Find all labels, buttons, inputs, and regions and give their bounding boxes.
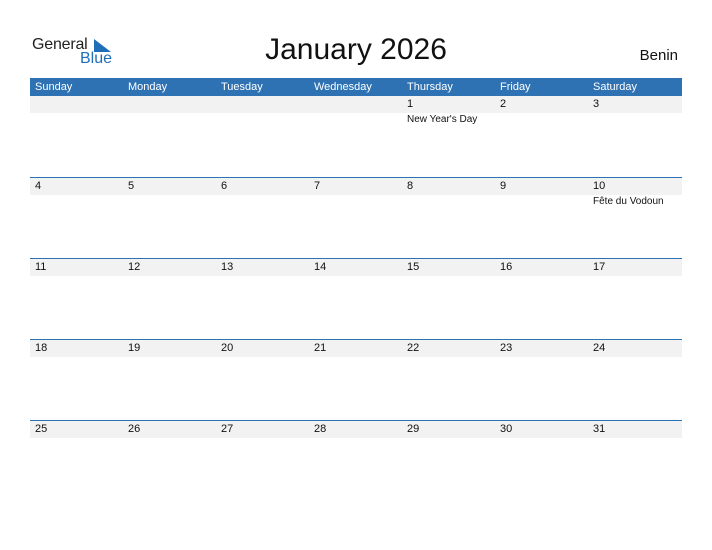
holiday-label <box>402 357 495 358</box>
day-number: 20 <box>221 342 234 354</box>
day-number: 9 <box>500 180 507 192</box>
day-number: 25 <box>35 423 48 435</box>
weekday-monday: Monday <box>128 81 168 93</box>
holiday-label <box>123 438 216 439</box>
day-number: 17 <box>593 261 606 273</box>
day-number: 8 <box>407 180 414 192</box>
day-number: 26 <box>128 423 141 435</box>
date-strip: 4 5 6 7 8 9 10 <box>30 178 682 195</box>
holiday-label <box>216 357 309 358</box>
calendar-week: 1 2 3 New Year's Day <box>30 96 682 177</box>
holiday-label <box>402 276 495 277</box>
holiday-label <box>588 113 681 125</box>
holiday-label <box>30 113 123 125</box>
weekday-tuesday: Tuesday <box>221 81 263 93</box>
day-number: 1 <box>407 98 414 110</box>
day-number: 16 <box>500 261 513 273</box>
day-number: 19 <box>128 342 141 354</box>
day-number: 22 <box>407 342 420 354</box>
holiday-label: New Year's Day <box>407 114 478 125</box>
day-number <box>30 96 123 113</box>
calendar-week: 4 5 6 7 8 9 10 Fête du Vodoun <box>30 177 682 258</box>
holiday-label <box>309 276 402 277</box>
holiday-label <box>216 195 309 207</box>
day-number: 14 <box>314 261 327 273</box>
calendar-week: 25 26 27 28 29 30 31 <box>30 420 682 501</box>
day-number: 12 <box>128 261 141 273</box>
day-number: 30 <box>500 423 513 435</box>
weekday-thursday: Thursday <box>407 81 453 93</box>
page-title: January 2026 <box>265 33 447 66</box>
event-row <box>30 438 682 439</box>
day-number: 5 <box>128 180 135 192</box>
day-number: 21 <box>314 342 327 354</box>
holiday-label <box>216 276 309 277</box>
holiday-label <box>309 357 402 358</box>
holiday-label <box>216 438 309 439</box>
holiday-label <box>30 195 123 207</box>
day-number: 4 <box>35 180 42 192</box>
day-number: 11 <box>35 261 47 273</box>
holiday-label: Fête du Vodoun <box>593 196 664 207</box>
holiday-label <box>402 438 495 439</box>
weekday-wednesday: Wednesday <box>314 81 372 93</box>
event-row: Fête du Vodoun <box>30 195 682 207</box>
holiday-label <box>309 195 402 207</box>
day-number: 31 <box>593 423 606 435</box>
holiday-label <box>216 113 309 125</box>
weekday-header: Sunday Monday Tuesday Wednesday Thursday… <box>30 78 682 96</box>
event-row: New Year's Day <box>30 113 682 125</box>
date-strip: 18 19 20 21 22 23 24 <box>30 340 682 357</box>
date-strip: 25 26 27 28 29 30 31 <box>30 421 682 438</box>
event-row <box>30 276 682 277</box>
holiday-label <box>309 113 402 125</box>
weekday-friday: Friday <box>500 81 531 93</box>
day-number: 28 <box>314 423 327 435</box>
holiday-label <box>123 357 216 358</box>
holiday-label <box>30 438 123 439</box>
holiday-label <box>495 195 588 207</box>
day-number <box>216 96 309 113</box>
day-number: 3 <box>593 98 600 110</box>
day-number: 13 <box>221 261 234 273</box>
holiday-label <box>123 195 216 207</box>
day-number: 29 <box>407 423 420 435</box>
holiday-label <box>309 438 402 439</box>
holiday-label <box>30 357 123 358</box>
calendar-week: 18 19 20 21 22 23 24 <box>30 339 682 420</box>
holiday-label <box>123 276 216 277</box>
holiday-label <box>495 357 588 358</box>
holiday-label <box>495 113 588 125</box>
day-number <box>123 96 216 113</box>
day-number <box>309 96 402 113</box>
day-number: 10 <box>593 180 606 192</box>
day-number: 23 <box>500 342 513 354</box>
date-strip: 1 2 3 <box>30 96 682 113</box>
event-row <box>30 357 682 358</box>
weekday-saturday: Saturday <box>593 81 638 93</box>
weekday-sunday: Sunday <box>35 81 73 93</box>
day-number: 2 <box>500 98 507 110</box>
holiday-label <box>402 195 495 207</box>
holiday-label <box>123 113 216 125</box>
day-number: 15 <box>407 261 420 273</box>
day-number: 18 <box>35 342 48 354</box>
date-strip: 11 12 13 14 15 16 17 <box>30 259 682 276</box>
holiday-label <box>495 438 588 439</box>
country-label: Benin <box>639 47 678 64</box>
holiday-label <box>30 276 123 277</box>
holiday-label <box>588 438 681 439</box>
day-number: 7 <box>314 180 321 192</box>
calendar-grid: Sunday Monday Tuesday Wednesday Thursday… <box>30 78 682 501</box>
holiday-label <box>495 276 588 277</box>
holiday-label <box>588 357 681 358</box>
day-number: 27 <box>221 423 234 435</box>
calendar-week: 11 12 13 14 15 16 17 <box>30 258 682 339</box>
day-number: 6 <box>221 180 228 192</box>
holiday-label <box>588 276 681 277</box>
day-number: 24 <box>593 342 606 354</box>
